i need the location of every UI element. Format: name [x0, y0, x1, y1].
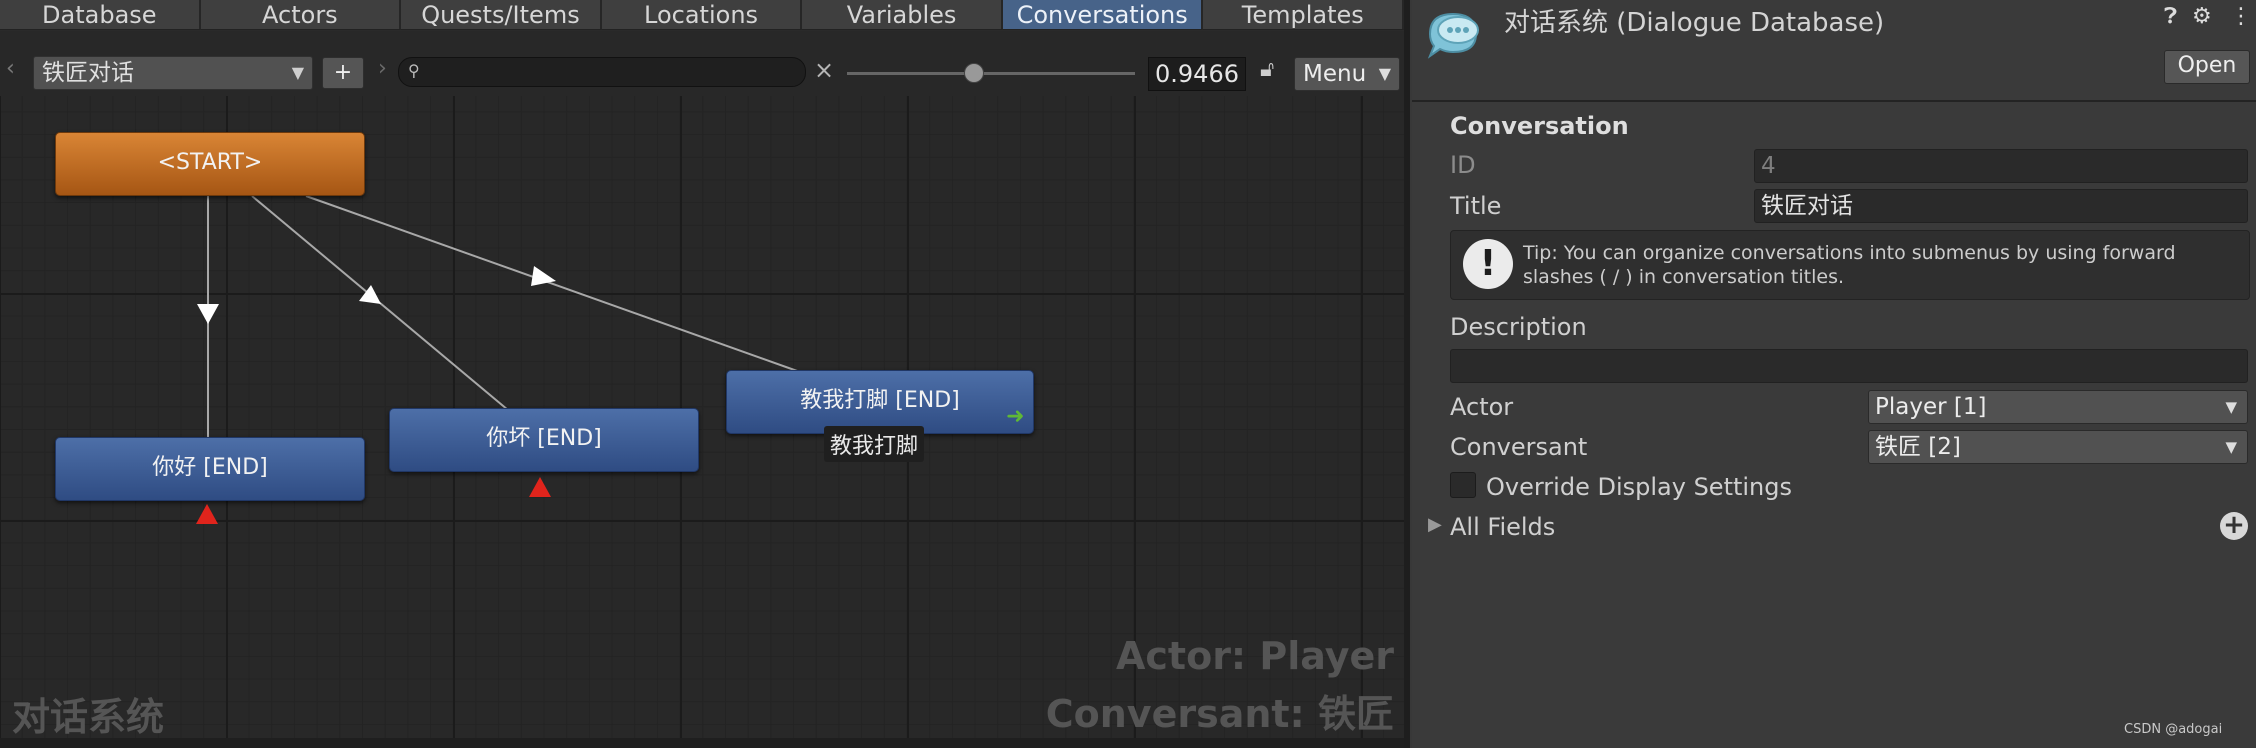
- actor-watermark: Actor: Player: [1115, 634, 1394, 678]
- conversant-dropdown-value: 铁匠 [2]: [1875, 434, 1961, 460]
- node-caption: 教我打脚: [824, 426, 925, 462]
- override-display-checkbox[interactable]: [1450, 472, 1476, 498]
- search-icon: ⚲: [408, 61, 420, 80]
- conversant-label: Conversant: [1450, 433, 1588, 461]
- end-marker-icon: [529, 477, 551, 497]
- clear-search-button[interactable]: ×: [814, 56, 834, 84]
- tab-locations[interactable]: Locations: [601, 0, 803, 30]
- override-display-label: Override Display Settings: [1486, 473, 1792, 501]
- conversation-select-value: 铁匠对话: [42, 60, 134, 86]
- tab-conversations[interactable]: Conversations: [1002, 0, 1204, 30]
- open-button[interactable]: Open: [2164, 50, 2250, 84]
- node-end-3-label: 教我打脚 [END]: [800, 388, 960, 413]
- menu-button-label: Menu: [1303, 61, 1367, 87]
- conversation-select[interactable]: 铁匠对话 ▼: [33, 56, 313, 90]
- menu-button[interactable]: Menu ▼: [1294, 57, 1400, 91]
- search-input[interactable]: [398, 57, 806, 87]
- divider: [1412, 100, 2256, 102]
- tab-quests-items[interactable]: Quests/Items: [401, 0, 602, 30]
- inspector-panel: 对话系统 (Dialogue Database) ❓︎ ⚙︎ ⋮ Open Co…: [1412, 0, 2256, 748]
- settings-sliders-icon[interactable]: ⚙︎: [2192, 4, 2212, 29]
- tab-variables[interactable]: Variables: [802, 0, 1003, 30]
- tip-box: ! Tip: You can organize conversations in…: [1450, 230, 2250, 300]
- conversant-dropdown[interactable]: 铁匠 [2] ▼: [1868, 430, 2248, 464]
- actor-label: Actor: [1450, 393, 1514, 421]
- triangle-down-icon: ▼: [291, 63, 304, 82]
- dialogue-database-icon: [1427, 12, 1479, 59]
- triangle-down-icon: ▼: [1378, 64, 1391, 83]
- help-icon[interactable]: ❓︎: [2164, 4, 2177, 29]
- triangle-right-icon[interactable]: ▶: [1428, 514, 1442, 535]
- tab-database[interactable]: Database: [0, 0, 201, 30]
- node-end-3[interactable]: 教我打脚 [END]: [726, 370, 1034, 434]
- description-label: Description: [1450, 313, 1587, 341]
- add-field-icon[interactable]: +: [2220, 512, 2248, 540]
- node-start-label: <START>: [157, 150, 263, 175]
- chevron-right-icon[interactable]: ›: [378, 56, 387, 81]
- triangle-down-icon: ▼: [2225, 398, 2237, 416]
- tip-text: Tip: You can organize conversations into…: [1523, 242, 2176, 288]
- node-end-1[interactable]: 你好 [END]: [55, 437, 365, 501]
- arrow-right-icon: ➜: [1006, 404, 1025, 429]
- link-start-to-n3: [305, 195, 801, 373]
- more-options-icon[interactable]: ⋮: [2230, 4, 2252, 29]
- node-end-2[interactable]: 你坏 [END]: [389, 408, 699, 472]
- tab-actors[interactable]: Actors: [200, 0, 402, 30]
- description-field[interactable]: [1450, 349, 2248, 383]
- actor-dropdown-value: Player [1]: [1875, 394, 1987, 420]
- node-end-2-label: 你坏 [END]: [486, 426, 602, 451]
- info-exclamation-icon: !: [1463, 239, 1513, 289]
- actor-dropdown[interactable]: Player [1] ▼: [1868, 390, 2248, 424]
- conversant-watermark: Conversant: 铁匠: [1045, 692, 1394, 736]
- chevron-left-icon[interactable]: ‹: [6, 56, 15, 81]
- credit-watermark: CSDN @adogai: [2124, 722, 2223, 737]
- dialogue-editor-panel: Database Actors Quests/Items Locations V…: [0, 0, 1410, 748]
- zoom-value-field[interactable]: 0.9466: [1148, 57, 1246, 91]
- tab-templates[interactable]: Templates: [1203, 0, 1405, 30]
- editor-toolbar: ‹ 铁匠对话 ▼ + › ⚲ × 0.9466 🔓︎ Menu ▼: [0, 44, 1404, 94]
- node-end-1-label: 你好 [END]: [152, 455, 268, 480]
- title-label: Title: [1450, 192, 1502, 220]
- all-fields-foldout[interactable]: All Fields: [1450, 513, 1555, 541]
- triangle-down-icon: ▼: [2225, 438, 2237, 456]
- link-arrow-n1: [197, 304, 219, 324]
- database-title: 对话系统 (Dialogue Database): [1504, 8, 1885, 38]
- horizontal-scrollbar[interactable]: [0, 738, 1404, 748]
- editor-tabs: Database Actors Quests/Items Locations V…: [0, 0, 1405, 31]
- title-field[interactable]: 铁匠对话: [1754, 189, 2248, 223]
- zoom-slider[interactable]: [847, 72, 1135, 75]
- node-start[interactable]: <START>: [55, 132, 365, 196]
- zoom-slider-handle[interactable]: [963, 63, 984, 83]
- database-watermark: 对话系统: [12, 695, 165, 739]
- id-field: 4: [1754, 149, 2248, 183]
- lock-icon[interactable]: 🔓︎: [1260, 57, 1274, 82]
- node-canvas[interactable]: <START> 你好 [END] 你坏 [END] 教我打脚 [END] ➜ 教…: [0, 96, 1404, 748]
- id-label: ID: [1450, 151, 1476, 179]
- add-conversation-button[interactable]: +: [322, 57, 364, 89]
- end-marker-icon: [196, 504, 218, 524]
- panel-divider[interactable]: [1404, 0, 1410, 748]
- section-title: Conversation: [1450, 112, 1629, 140]
